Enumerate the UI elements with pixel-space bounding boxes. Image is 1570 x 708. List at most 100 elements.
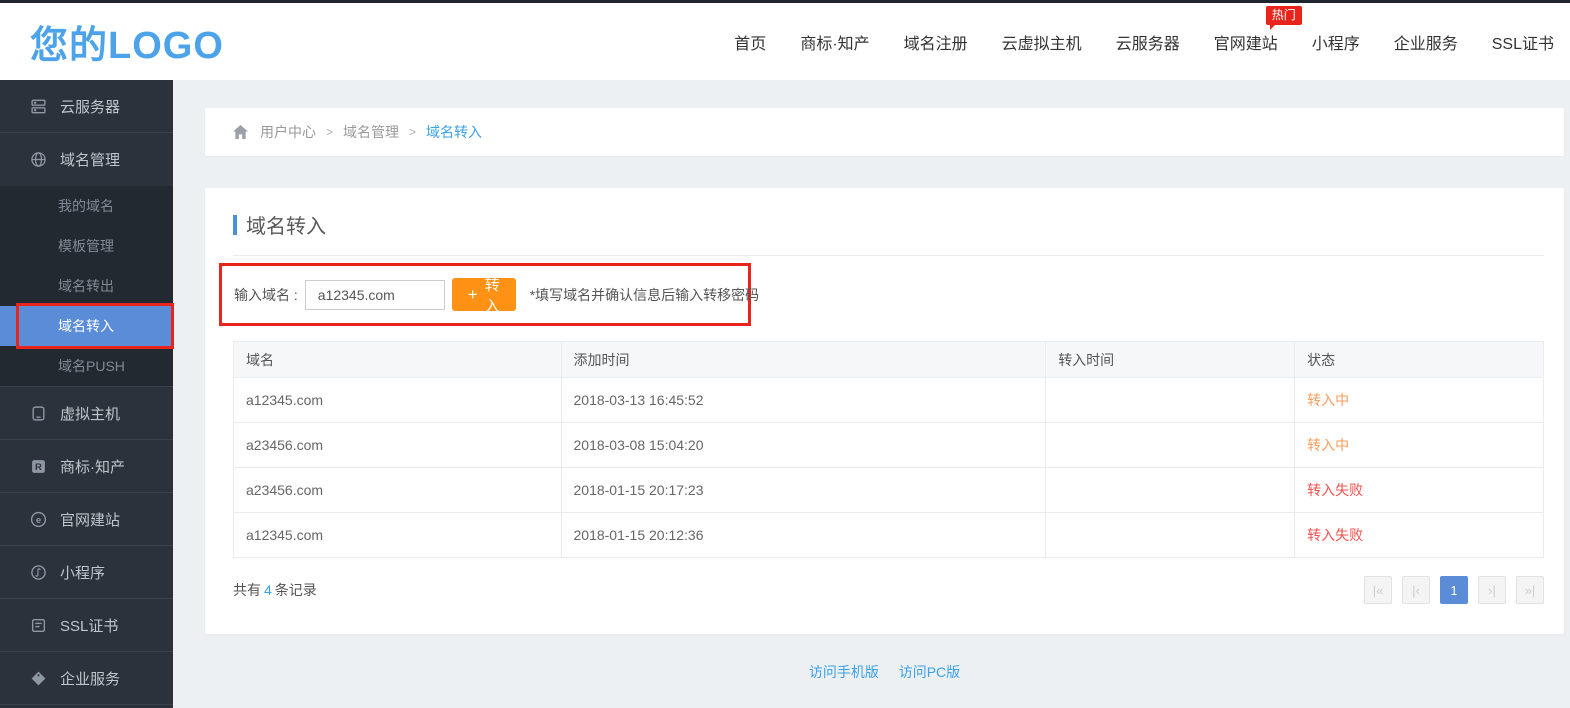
records-count: 共有4条记录: [233, 580, 317, 600]
table-row: a23456.com 2018-03-08 15:04:20 转入中: [234, 423, 1544, 468]
cell-transfer-time: [1046, 468, 1295, 513]
sidebar-item-label: 虚拟主机: [60, 403, 120, 424]
nav-item-website-building[interactable]: 热门 官网建站: [1214, 24, 1278, 60]
form-note: *填写域名并确认信息后输入转移密码: [530, 285, 759, 305]
svg-text:e: e: [36, 515, 41, 526]
cell-added-time: 2018-01-15 20:12:36: [561, 513, 1046, 558]
column-header-domain: 域名: [234, 342, 562, 378]
cell-domain: a12345.com: [234, 513, 562, 558]
server-icon: [30, 98, 47, 115]
pagination: |« |‹ 1 ›| »|: [1364, 576, 1544, 604]
sidebar-item-mini-program[interactable]: 小程序: [0, 546, 173, 599]
page-title: 域名转入: [233, 210, 1544, 256]
website-icon: e: [30, 511, 47, 528]
breadcrumb-separator: >: [326, 125, 333, 139]
svg-text:R: R: [35, 462, 42, 473]
hot-badge: 热门: [1266, 6, 1302, 25]
sidebar-item-virtual-host[interactable]: 虚拟主机: [0, 387, 173, 440]
sidebar-item-label: 企业服务: [60, 668, 120, 689]
cell-domain: a23456.com: [234, 423, 562, 468]
header: 您的LOGO 首页 商标·知产 域名注册 云虚拟主机 云服务器 热门 官网建站 …: [0, 3, 1570, 80]
cell-domain: a23456.com: [234, 468, 562, 513]
table-row: a12345.com 2018-01-15 20:12:36 转入失败: [234, 513, 1544, 558]
sidebar-item-label: 小程序: [60, 562, 105, 583]
sidebar-item-label: 官网建站: [60, 509, 120, 530]
transfer-in-button[interactable]: + 转入: [452, 278, 516, 311]
sidebar-item-domain-management[interactable]: 域名管理: [0, 133, 173, 186]
domain-input-label: 输入域名 :: [234, 285, 298, 305]
sidebar-item-label: 域名管理: [60, 149, 120, 170]
sidebar-subitem-template-management[interactable]: 模板管理: [0, 226, 173, 266]
sidebar-item-label: 云服务器: [60, 96, 120, 117]
table-row: a12345.com 2018-03-13 16:45:52 转入中: [234, 378, 1544, 423]
miniprogram-icon: [30, 564, 47, 581]
pc-version-link[interactable]: 访问PC版: [899, 664, 960, 680]
column-header-status: 状态: [1295, 342, 1544, 378]
status-badge: 转入失败: [1295, 468, 1544, 513]
globe-icon: [30, 151, 47, 168]
column-header-transfer-time: 转入时间: [1046, 342, 1295, 378]
breadcrumb-user-center[interactable]: 用户中心: [260, 122, 316, 142]
cell-domain: a12345.com: [234, 378, 562, 423]
cell-transfer-time: [1046, 423, 1295, 468]
sidebar-subitem-my-domains[interactable]: 我的域名: [0, 186, 173, 226]
pagination-page-1-button[interactable]: 1: [1440, 576, 1468, 604]
logo[interactable]: 您的LOGO: [30, 14, 224, 69]
trademark-icon: R: [30, 458, 47, 475]
nav-item-cloud-virtual-host[interactable]: 云虚拟主机: [1002, 24, 1082, 60]
breadcrumb: 用户中心 > 域名管理 > 域名转入: [205, 108, 1564, 156]
mobile-version-link[interactable]: 访问手机版: [809, 664, 879, 680]
transfer-in-table: 域名 添加时间 转入时间 状态 a12345.com 2018-03-13 16…: [233, 341, 1544, 558]
sidebar-item-enterprise-service[interactable]: 企业服务: [0, 652, 173, 705]
pagination-first-button[interactable]: |«: [1364, 576, 1392, 604]
cell-added-time: 2018-03-13 16:45:52: [561, 378, 1046, 423]
sidebar-item-label: SSL证书: [60, 615, 118, 636]
cell-transfer-time: [1046, 378, 1295, 423]
pagination-next-button[interactable]: ›|: [1478, 576, 1506, 604]
title-accent-bar: [233, 215, 237, 235]
status-badge: 转入中: [1295, 378, 1544, 423]
footer: 访问手机版 访问PC版: [205, 662, 1564, 682]
cell-added-time: 2018-03-08 15:04:20: [561, 423, 1046, 468]
sidebar-subitem-domain-push[interactable]: 域名PUSH: [0, 346, 173, 386]
nav-item-mini-program[interactable]: 小程序: [1312, 24, 1360, 60]
host-icon: [30, 405, 47, 422]
breadcrumb-domain-management[interactable]: 域名管理: [343, 122, 399, 142]
nav-item-trademark[interactable]: 商标·知产: [800, 24, 869, 60]
pagination-last-button[interactable]: »|: [1516, 576, 1544, 604]
top-nav: 首页 商标·知产 域名注册 云虚拟主机 云服务器 热门 官网建站 小程序 企业服…: [734, 24, 1554, 60]
enterprise-icon: [30, 670, 47, 687]
status-badge: 转入中: [1295, 423, 1544, 468]
table-header-row: 域名 添加时间 转入时间 状态: [234, 342, 1544, 378]
column-header-added-time: 添加时间: [561, 342, 1046, 378]
sidebar-item-label: 商标·知产: [60, 456, 125, 477]
domain-transfer-in-panel: 域名转入 输入域名 : + 转入 *填写域名并确认信息后输入转移密码: [205, 188, 1564, 634]
annotation-box-form: 输入域名 : + 转入 *填写域名并确认信息后输入转移密码: [219, 263, 751, 326]
breadcrumb-domain-transfer-in[interactable]: 域名转入: [426, 122, 482, 142]
sidebar-subitem-domain-transfer-in[interactable]: 域名转入: [0, 306, 173, 346]
domain-input[interactable]: [305, 280, 445, 310]
content-area: 用户中心 > 域名管理 > 域名转入 域名转入 输入域名 : + 转入 *填写域: [173, 80, 1570, 708]
sidebar-subitem-domain-transfer-out[interactable]: 域名转出: [0, 266, 173, 306]
nav-item-domain-register[interactable]: 域名注册: [904, 24, 968, 60]
records-count-number: 4: [261, 582, 275, 598]
cell-added-time: 2018-01-15 20:17:23: [561, 468, 1046, 513]
breadcrumb-separator: >: [409, 125, 416, 139]
nav-item-ssl-cert[interactable]: SSL证书: [1492, 24, 1554, 60]
nav-item-home[interactable]: 首页: [734, 24, 766, 60]
cell-transfer-time: [1046, 513, 1295, 558]
plus-icon: +: [468, 285, 478, 305]
pagination-prev-button[interactable]: |‹: [1402, 576, 1430, 604]
ssl-icon: [30, 617, 47, 634]
sidebar-item-ssl-cert[interactable]: SSL证书: [0, 599, 173, 652]
table-row: a23456.com 2018-01-15 20:17:23 转入失败: [234, 468, 1544, 513]
nav-item-cloud-server[interactable]: 云服务器: [1116, 24, 1180, 60]
home-icon: [233, 125, 248, 139]
sidebar-item-trademark[interactable]: R 商标·知产: [0, 440, 173, 493]
nav-item-enterprise-service[interactable]: 企业服务: [1394, 24, 1458, 60]
sidebar-item-cloud-server[interactable]: 云服务器: [0, 80, 173, 133]
status-badge: 转入失败: [1295, 513, 1544, 558]
sidebar: 云服务器 域名管理 我的域名 模板管理 域名转出 域名转入 域名PUSH 虚拟主…: [0, 80, 173, 708]
sidebar-item-website-building[interactable]: e 官网建站: [0, 493, 173, 546]
domain-management-submenu: 我的域名 模板管理 域名转出 域名转入 域名PUSH: [0, 186, 173, 387]
